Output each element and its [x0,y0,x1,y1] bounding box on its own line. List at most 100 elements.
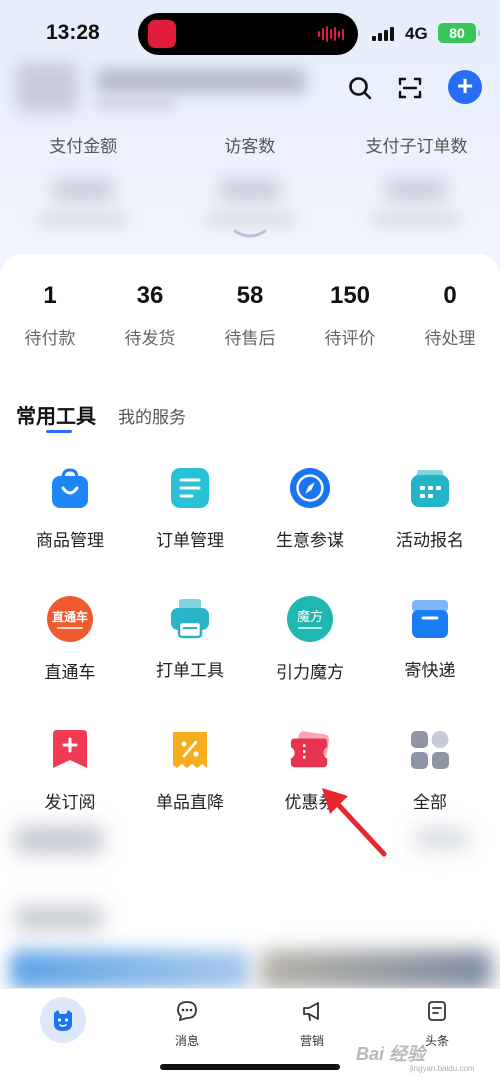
shop-subtitle [96,98,176,110]
tool-label: 引力魔方 [276,663,344,682]
tool-label: 全部 [413,793,447,812]
order-count: 36 [136,282,164,309]
tool-subscribe[interactable]: 发订阅 [10,728,130,813]
tool-business-advisor[interactable]: 生意参谋 [250,466,370,551]
discount-icon [168,728,212,772]
shop-avatar [16,62,78,112]
tab-label: 常用工具 [16,406,96,428]
order-status-item[interactable]: 36 待发货 [100,282,200,349]
metric-sub-orders[interactable]: 支付子订单数 [333,132,500,225]
order-label: 待评价 [324,329,376,348]
chevron-down-icon[interactable] [232,228,268,247]
tool-tabs: 常用工具 我的服务 [16,400,186,433]
tool-label: 活动报名 [396,531,464,550]
metric-compare [204,213,295,225]
shop-info[interactable] [16,62,306,112]
tool-label: 寄快递 [404,661,456,680]
audio-wave-icon [318,25,344,43]
network-type: 4G [405,24,428,43]
blurred-banner [260,950,492,990]
message-icon [177,1001,197,1022]
news-icon [428,1001,446,1021]
signal-icon [372,27,394,41]
recording-icon [148,20,176,48]
tool-label: 商品管理 [36,531,104,550]
activity-calendar-icon [408,466,452,510]
order-count: 58 [236,282,264,309]
search-icon[interactable] [344,72,376,104]
subscribe-icon [48,728,92,772]
home-indicator[interactable] [160,1064,340,1070]
nav-messages[interactable]: 消息 [147,999,227,1049]
nav-marketing[interactable]: 营销 [272,999,352,1049]
tool-label: 直通车 [44,663,96,682]
dynamic-island [138,13,358,55]
tool-order-management[interactable]: 订单管理 [130,466,250,551]
metric-pay-amount[interactable]: 支付金额 [0,132,167,225]
metric-visitors[interactable]: 访客数 [167,132,334,225]
metric-value [53,179,114,201]
blurred-section-title [14,826,104,854]
megaphone-icon [303,1002,319,1021]
tool-activity-signup[interactable]: 活动报名 [370,466,490,551]
blurred-banner [10,950,250,990]
tool-label: 发订阅 [44,793,96,812]
tool-label: 订单管理 [156,531,224,550]
order-count: 1 [43,282,57,309]
order-label: 待售后 [224,329,276,348]
order-status-row: 1 待付款 36 待发货 58 待售后 150 待评价 0 待处理 [0,282,500,349]
nav-label: 营销 [299,1034,324,1048]
nav-label: 消息 [174,1034,199,1048]
status-time: 13:28 [46,21,100,44]
zhitongche-icon: 直通车 [47,596,93,642]
tool-grid: 商品管理 订单管理 生意参谋 活动报名 直通车 直通车 打单工具 魔方 引力魔方… [0,466,500,813]
add-button[interactable]: + [448,70,482,104]
tool-print-orders[interactable]: 打单工具 [130,596,250,683]
main-card: 1 待付款 36 待发货 58 待售后 150 待评价 0 待处理 常用工具 我… [0,254,500,1014]
coupon-icon [288,728,332,772]
battery-icon: 80 [438,23,480,43]
order-status-item[interactable]: 0 待处理 [400,282,500,349]
tool-magic-cube[interactable]: 魔方 引力魔方 [250,596,370,683]
zhitongche-badge: 直通车 [51,609,88,624]
home-mascot-icon [54,1010,72,1031]
shop-name [96,68,306,94]
metric-label: 访客数 [224,137,276,156]
tool-express[interactable]: 寄快递 [370,596,490,683]
compass-icon [288,466,332,510]
tool-label: 单品直降 [156,793,224,812]
blurred-section-more [414,828,470,850]
metric-value [219,179,280,201]
tab-common-tools[interactable]: 常用工具 [16,400,96,433]
metric-label: 支付子订单数 [365,137,468,156]
shopping-bag-icon [48,466,92,510]
tool-product-management[interactable]: 商品管理 [10,466,130,551]
metric-value [386,179,447,201]
blurred-section-title [14,906,104,930]
magic-cube-badge: 魔方 [296,609,323,624]
metric-compare [371,213,462,225]
tab-my-services[interactable]: 我的服务 [118,403,186,428]
order-label: 待付款 [24,329,76,348]
tool-zhitongche[interactable]: 直通车 直通车 [10,596,130,683]
tool-label: 生意参谋 [276,531,344,550]
nav-home[interactable] [40,997,86,1043]
battery-level: 80 [449,25,465,41]
all-apps-icon [408,728,452,772]
order-status-item[interactable]: 1 待付款 [0,282,100,349]
tab-indicator [46,430,72,433]
metrics-row: 支付金额 访客数 支付子订单数 [0,132,500,225]
order-count: 0 [443,282,457,309]
annotation-arrow-icon [322,788,387,857]
order-status-item[interactable]: 150 待评价 [300,282,400,349]
order-count: 150 [329,282,371,309]
magic-cube-icon: 魔方 [287,596,333,642]
order-label: 待发货 [124,329,176,348]
metric-compare [38,213,129,225]
metric-label: 支付金额 [49,137,118,156]
tool-price-drop[interactable]: 单品直降 [130,728,250,813]
order-list-icon [168,466,212,510]
order-status-item[interactable]: 58 待售后 [200,282,300,349]
scan-icon[interactable] [394,72,426,104]
tool-label: 打单工具 [156,661,224,680]
